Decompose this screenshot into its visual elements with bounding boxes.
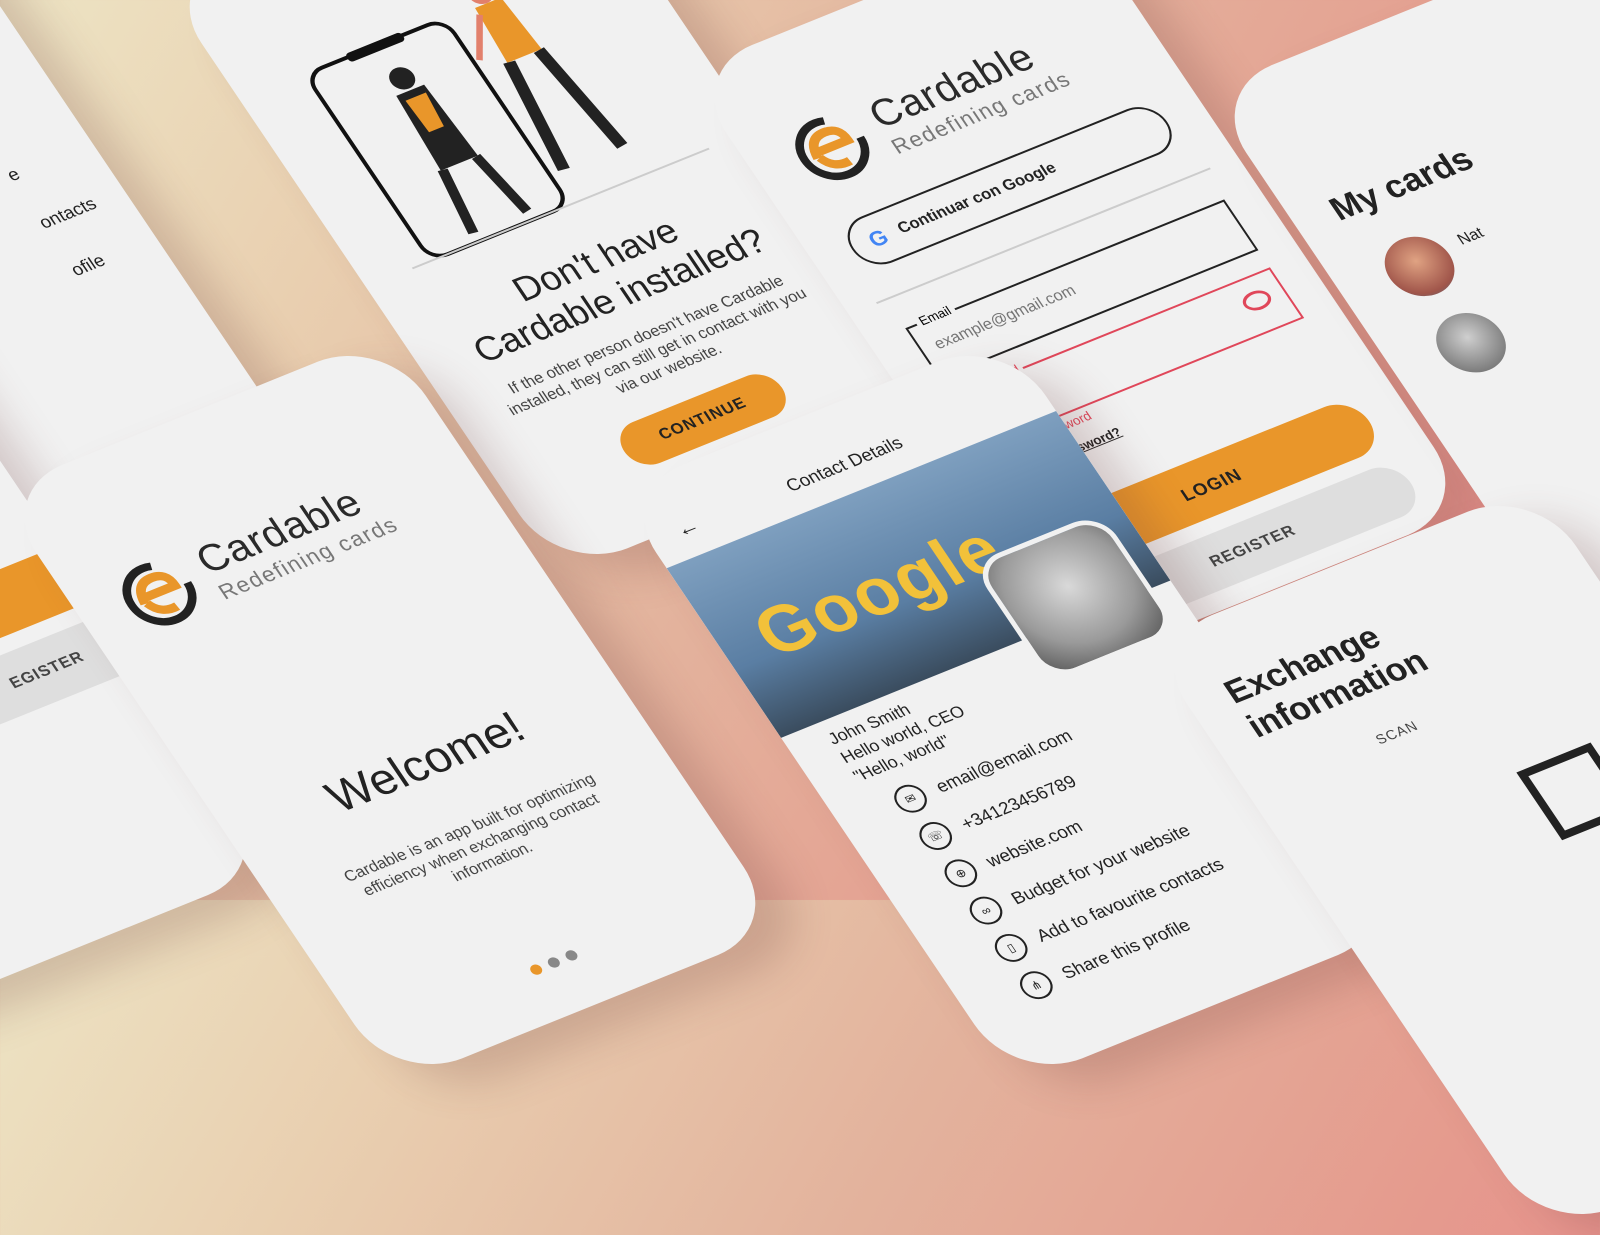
phone-icon: ☏	[913, 817, 959, 855]
share-icon: ⋔	[1013, 966, 1059, 1004]
qr-code-icon	[1516, 742, 1600, 841]
card-name-partial: Nat	[1454, 224, 1488, 249]
link-icon: ∞	[963, 892, 1009, 929]
tab-scan[interactable]: SCAN	[1372, 718, 1421, 748]
google-button-label: Continuar con Google	[894, 159, 1060, 238]
google-g-icon: G	[863, 224, 894, 253]
banner-google-word: Google	[738, 510, 1018, 672]
cardable-logo-icon	[106, 550, 214, 638]
page-indicator	[527, 948, 580, 977]
my-cards-title: My cards	[1322, 140, 1481, 228]
globe-icon: ⊕	[938, 854, 984, 892]
eye-icon[interactable]	[1238, 286, 1276, 315]
cardable-logo-icon	[778, 104, 886, 192]
avatar[interactable]	[1423, 303, 1519, 382]
page-dot-3[interactable]	[563, 948, 580, 963]
page-dot-1[interactable]	[527, 962, 545, 977]
back-arrow-icon[interactable]: ←	[670, 512, 705, 542]
mail-icon: ✉	[888, 780, 934, 818]
brand-header: Cardable Redefining cards	[106, 473, 404, 638]
bookmark-icon: ▯	[988, 929, 1034, 967]
mockup-stage: e ontacts ofile EGISTER Don't have Carda…	[0, 0, 1600, 1235]
page-dot-2[interactable]	[545, 955, 563, 970]
avatar[interactable]	[1371, 227, 1468, 306]
